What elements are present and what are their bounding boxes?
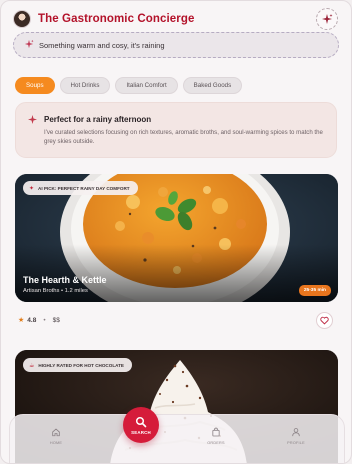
header: The Gastronomic Concierge [13, 8, 341, 30]
heart-icon [320, 316, 329, 325]
star-icon: ★ [18, 317, 25, 324]
home-icon [36, 427, 76, 439]
nav-search-label: SEARCH [131, 430, 151, 435]
search-fab-button[interactable]: SEARCH [123, 407, 159, 443]
highly-rated-badge-label: HIGHLY RATED FOR HOT CHOCOLATE [38, 362, 124, 368]
search-bar[interactable] [13, 32, 339, 58]
nav-orders[interactable]: ORDERS [196, 427, 236, 445]
delivery-time-badge: 25-35 min [298, 285, 331, 296]
nav-home-label: HOME [49, 441, 63, 445]
app-window: The Gastronomic Concierge Soups Hot Drin… [0, 0, 352, 464]
nav-home[interactable]: HOME [36, 427, 76, 445]
page-title: The Gastronomic Concierge [38, 13, 195, 25]
restaurant-subtitle: Artisan Broths • 1.2 miles [23, 288, 88, 294]
search-input[interactable] [39, 40, 319, 50]
separator-dot: • [43, 316, 46, 324]
ai-suggestion-card: Perfect for a rainy afternoon I've curat… [15, 102, 337, 158]
rating-value: 4.8 [27, 316, 37, 324]
sparkle-icon [322, 14, 333, 24]
ai-assistant-button[interactable] [316, 8, 338, 30]
shopping-bag-icon [196, 427, 236, 439]
chip-italian-comfort[interactable]: Italian Comfort [115, 77, 178, 94]
sparkle-icon: ✦ [29, 185, 35, 192]
highly-rated-badge: ☕ HIGHLY RATED FOR HOT CHOCOLATE [23, 358, 132, 372]
sparkle-icon [24, 39, 36, 52]
nav-orders-label: ORDERS [207, 441, 225, 445]
price-level: $$ [52, 316, 60, 324]
nav-profile[interactable]: PROFILE [276, 427, 316, 445]
suggestion-title: Perfect for a rainy afternoon [44, 115, 152, 124]
suggestion-body: I've curated selections focusing on rich… [44, 129, 323, 145]
chip-baked-goods[interactable]: Baked Goods [182, 77, 243, 94]
avatar[interactable] [13, 10, 31, 28]
mug-icon: ☕ [29, 362, 35, 369]
chip-soups[interactable]: Soups [15, 77, 55, 94]
user-icon [276, 427, 316, 439]
ai-pick-badge: ✦ AI PICK: PERFECT RAINY DAY COMFORT [23, 181, 138, 195]
favorite-button[interactable] [316, 312, 333, 329]
bottom-nav: HOME SEARCH ORDERS PROFILE [9, 407, 345, 463]
nav-profile-label: PROFILE [287, 441, 305, 445]
search-icon [135, 416, 147, 428]
chip-hot-drinks[interactable]: Hot Drinks [59, 77, 111, 94]
category-chips: Soups Hot Drinks Italian Comfort Baked G… [15, 77, 243, 94]
sparkle-icon [28, 115, 37, 126]
ai-pick-badge-label: AI PICK: PERFECT RAINY DAY COMFORT [38, 185, 130, 191]
restaurant-meta: ★ 4.8 • $$ [18, 316, 60, 325]
restaurant-card-image[interactable]: ✦ AI PICK: PERFECT RAINY DAY COMFORT The… [15, 174, 338, 302]
restaurant-name: The Hearth & Kettle [23, 275, 107, 285]
